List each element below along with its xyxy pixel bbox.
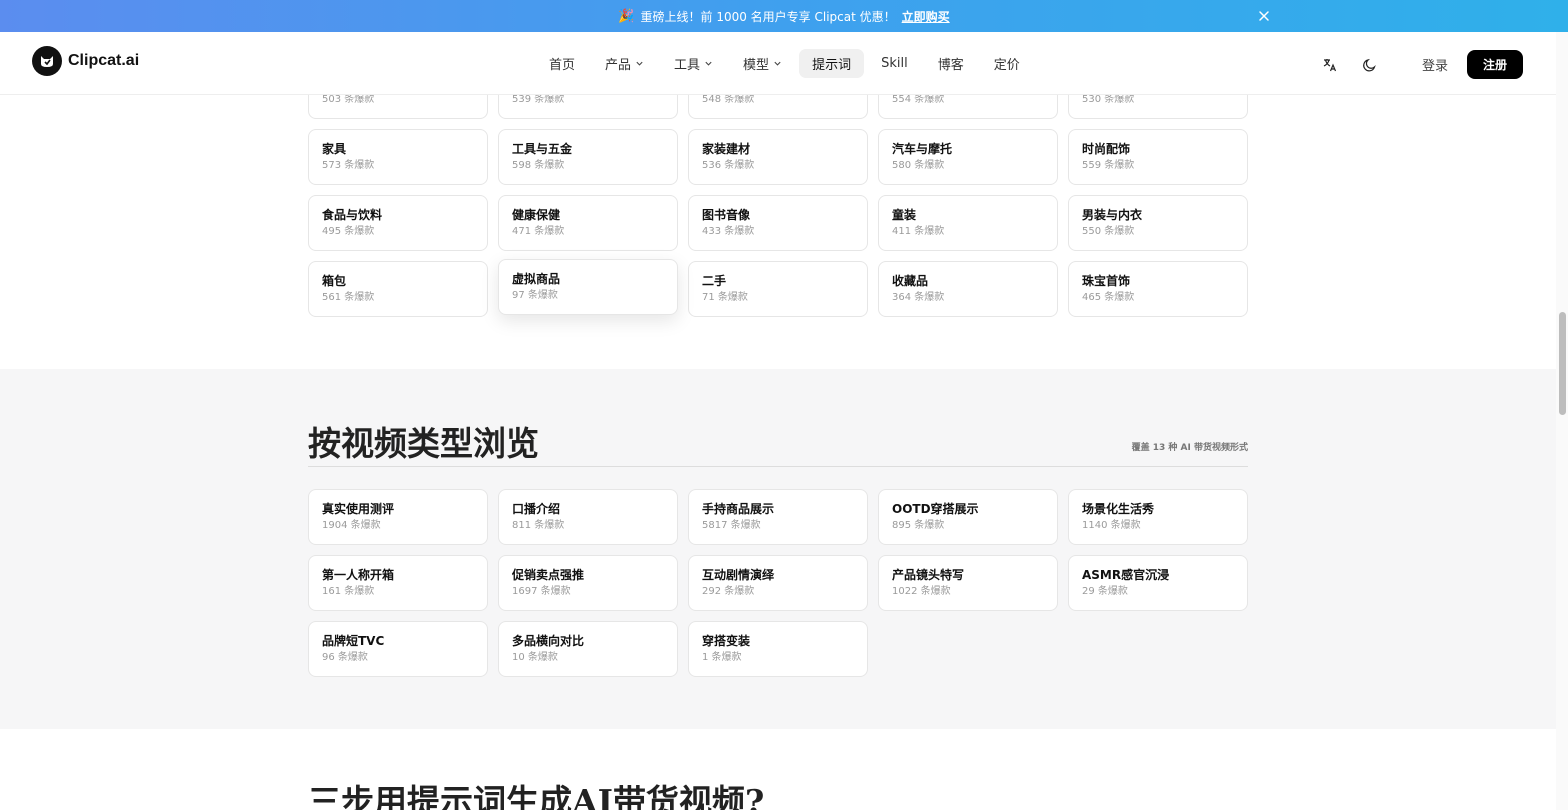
category-card[interactable]: 健康保健 471 条爆款 bbox=[498, 195, 678, 251]
nav-skill[interactable]: Skill bbox=[868, 51, 921, 76]
cat-logo-icon bbox=[32, 46, 62, 76]
site-header: Clipcat.ai 首页 产品 工具 模型 提示词 Skill 博客 定价 登… bbox=[0, 32, 1556, 95]
video-type-card[interactable]: 手持商品展示 5817 条爆款 bbox=[688, 489, 868, 545]
moon-icon[interactable] bbox=[1362, 57, 1378, 73]
video-type-card[interactable]: 第一人称开箱 161 条爆款 bbox=[308, 555, 488, 611]
video-type-card[interactable]: 穿搭变装 1 条爆款 bbox=[688, 621, 868, 677]
scrollbar-thumb[interactable] bbox=[1559, 312, 1566, 415]
header-actions: 登录 注册 bbox=[1322, 50, 1523, 79]
video-type-card[interactable]: 促销卖点强推 1697 条爆款 bbox=[498, 555, 678, 611]
chevron-down-icon bbox=[636, 61, 643, 66]
party-popper-icon: 🎉 bbox=[618, 8, 635, 24]
video-type-card[interactable]: 口播介绍 811 条爆款 bbox=[498, 489, 678, 545]
video-type-card[interactable]: 品牌短TVC 96 条爆款 bbox=[308, 621, 488, 677]
steps-section-title: 三步用提示词生成AI带货视频? bbox=[308, 782, 765, 810]
banner-text: 重磅上线！前 1000 名用户专享 Clipcat 优惠！ bbox=[640, 9, 896, 24]
video-type-card[interactable]: 产品镜头特写 1022 条爆款 bbox=[878, 555, 1058, 611]
category-card[interactable]: 珠宝首饰 465 条爆款 bbox=[1068, 261, 1248, 317]
category-card[interactable]: 童装 411 条爆款 bbox=[878, 195, 1058, 251]
category-card[interactable]: 收藏品 364 条爆款 bbox=[878, 261, 1058, 317]
banner-buy-link[interactable]: 立即购买 bbox=[902, 8, 950, 25]
chevron-down-icon bbox=[705, 61, 712, 66]
video-type-card[interactable]: OOTD穿搭展示 895 条爆款 bbox=[878, 489, 1058, 545]
category-card[interactable]: 箱包 561 条爆款 bbox=[308, 261, 488, 317]
video-type-card[interactable]: ASMR感官沉浸 29 条爆款 bbox=[1068, 555, 1248, 611]
video-section-title: 按视频类型浏览 bbox=[308, 424, 539, 463]
logo[interactable]: Clipcat.ai bbox=[32, 46, 139, 76]
video-section-subtitle: 覆盖 13 种 AI 带货视频形式 bbox=[1131, 443, 1248, 453]
nav-home[interactable]: 首页 bbox=[536, 49, 588, 78]
category-card[interactable]: 家具 573 条爆款 bbox=[308, 129, 488, 185]
scrollbar-track[interactable] bbox=[1556, 32, 1568, 810]
category-card[interactable]: 时尚配饰 559 条爆款 bbox=[1068, 129, 1248, 185]
divider bbox=[308, 466, 1248, 467]
category-card[interactable]: 食品与饮料 495 条爆款 bbox=[308, 195, 488, 251]
signup-button[interactable]: 注册 bbox=[1466, 50, 1523, 79]
video-type-card[interactable]: 场景化生活秀 1140 条爆款 bbox=[1068, 489, 1248, 545]
category-card[interactable]: 工具与五金 598 条爆款 bbox=[498, 129, 678, 185]
category-grid: 家具 573 条爆款 工具与五金 598 条爆款 家装建材 536 条爆款 汽车与摩托… bbox=[308, 129, 1248, 317]
main-nav: 首页 产品 工具 模型 提示词 Skill 博客 定价 bbox=[536, 32, 1037, 95]
video-type-grid: 真实使用测评 1904 条爆款 口播介绍 811 条爆款 手持商品展示 5817 条爆… bbox=[308, 489, 1248, 677]
login-link[interactable]: 登录 bbox=[1422, 55, 1448, 74]
nav-pricing[interactable]: 定价 bbox=[981, 49, 1033, 78]
video-type-card[interactable]: 真实使用测评 1904 条爆款 bbox=[308, 489, 488, 545]
category-card[interactable]: 汽车与摩托 580 条爆款 bbox=[878, 129, 1058, 185]
category-card[interactable]: 图书音像 433 条爆款 bbox=[688, 195, 868, 251]
nav-models[interactable]: 模型 bbox=[730, 49, 795, 78]
announcement-banner: 🎉 重磅上线！前 1000 名用户专享 Clipcat 优惠！ 立即购买 bbox=[0, 0, 1568, 32]
logo-text: Clipcat.ai bbox=[68, 52, 140, 69]
category-card[interactable]: 家装建材 536 条爆款 bbox=[688, 129, 868, 185]
close-icon[interactable] bbox=[1256, 8, 1272, 24]
chevron-down-icon bbox=[774, 61, 781, 66]
translate-icon[interactable] bbox=[1322, 57, 1338, 73]
nav-prompts[interactable]: 提示词 bbox=[799, 49, 865, 78]
video-type-card[interactable]: 互动剧情演绎 292 条爆款 bbox=[688, 555, 868, 611]
category-card[interactable]: 男装与内衣 550 条爆款 bbox=[1068, 195, 1248, 251]
video-type-card[interactable]: 多品横向对比 10 条爆款 bbox=[498, 621, 678, 677]
nav-tools[interactable]: 工具 bbox=[661, 49, 726, 78]
category-card[interactable]: 二手 71 条爆款 bbox=[688, 261, 868, 317]
nav-blog[interactable]: 博客 bbox=[925, 49, 977, 78]
nav-products[interactable]: 产品 bbox=[592, 49, 657, 78]
category-card[interactable]: 虚拟商品 97 条爆款 bbox=[498, 259, 678, 315]
